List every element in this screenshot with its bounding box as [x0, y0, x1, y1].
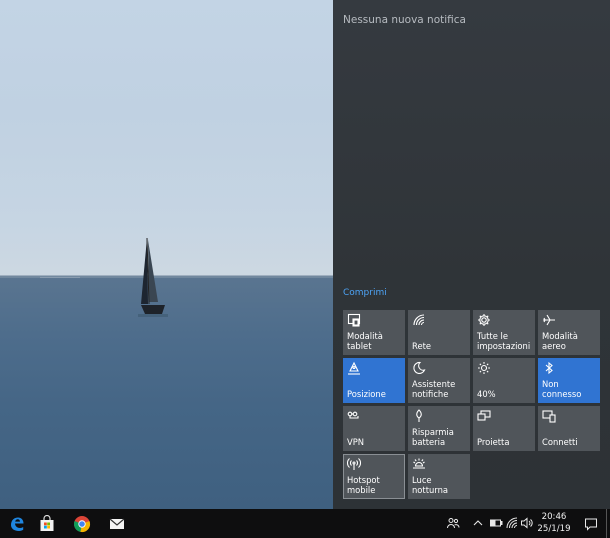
mail-icon: [109, 518, 125, 529]
battery-icon[interactable]: [489, 516, 503, 530]
tile-label: Connetti: [542, 437, 578, 447]
notification-icon: [585, 518, 597, 531]
taskbar-edge[interactable]: [0, 509, 34, 538]
bluetooth-icon: [542, 361, 556, 375]
sailboat-icon: [40, 237, 168, 317]
chrome-icon: [73, 515, 91, 532]
battery-saver-icon: [412, 409, 426, 423]
tablet-mode-icon: [347, 313, 361, 327]
airplane-icon: [542, 313, 556, 327]
tile-airplane-mode[interactable]: Modalità aereo: [538, 310, 600, 355]
tile-label: Non connesso: [542, 379, 582, 399]
tile-label: Tutte le impostazioni: [477, 331, 531, 351]
people-icon[interactable]: [446, 516, 460, 530]
show-desktop-button[interactable]: [606, 509, 610, 538]
tile-label: Proietta: [477, 437, 510, 447]
tile-night-light[interactable]: Luce notturna: [408, 454, 470, 499]
connect-icon: [542, 409, 556, 423]
tile-bluetooth[interactable]: Non connesso: [538, 358, 600, 403]
brightness-icon: [477, 361, 491, 375]
tile-network[interactable]: Rete: [408, 310, 470, 355]
tile-label: Modalità aereo: [542, 331, 578, 351]
night-light-icon: [412, 457, 426, 471]
volume-icon[interactable]: [520, 516, 534, 530]
tile-all-settings[interactable]: Tutte le impostazioni: [473, 310, 535, 355]
tile-focus-assist[interactable]: Assistente notifiche: [408, 358, 470, 403]
tile-label: Risparmia batteria: [412, 427, 454, 447]
network-icon: [412, 313, 426, 327]
tile-mobile-hotspot[interactable]: Hotspot mobile: [343, 454, 405, 499]
tile-label: Luce notturna: [412, 475, 449, 495]
action-center-button[interactable]: [578, 509, 604, 538]
tile-label: VPN: [347, 437, 365, 447]
collapse-link[interactable]: Comprimi: [343, 288, 387, 298]
tile-battery-saver[interactable]: Risparmia batteria: [408, 406, 470, 451]
desktop-wallpaper: [0, 0, 333, 509]
edge-icon: [11, 517, 24, 531]
tile-label: Hotspot mobile: [347, 475, 380, 495]
tile-vpn[interactable]: VPN: [343, 406, 405, 451]
tile-connect[interactable]: Connetti: [538, 406, 600, 451]
taskbar-clock[interactable]: 20:46 25/1/19: [534, 511, 574, 535]
tile-tablet-mode[interactable]: Modalità tablet: [343, 310, 405, 355]
tile-label: 40%: [477, 389, 496, 399]
taskbar-mail[interactable]: [100, 509, 134, 538]
project-icon: [477, 409, 491, 423]
hotspot-icon: [347, 457, 361, 471]
tile-label: Rete: [412, 341, 432, 351]
moon-icon: [412, 361, 426, 375]
clock-date: 25/1/19: [537, 524, 571, 534]
taskbar-store[interactable]: [30, 509, 64, 538]
tile-label: Posizione: [347, 389, 386, 399]
no-notifications-text: Nessuna nuova notifica: [343, 14, 466, 26]
quick-actions-grid: Modalità tablet Rete Tutte le impostazio…: [343, 310, 600, 499]
store-icon: [40, 514, 54, 531]
tile-label: Modalità tablet: [347, 331, 383, 351]
gear-icon: [477, 313, 491, 327]
taskbar-chrome[interactable]: [65, 509, 99, 538]
tile-brightness[interactable]: 40%: [473, 358, 535, 403]
tile-location[interactable]: Posizione: [343, 358, 405, 403]
chevron-up-icon[interactable]: [471, 516, 485, 530]
vpn-icon: [347, 409, 361, 423]
tile-label: Assistente notifiche: [412, 379, 456, 399]
location-icon: [347, 361, 361, 375]
tile-project[interactable]: Proietta: [473, 406, 535, 451]
action-center-panel: Nessuna nuova notifica Comprimi Modalità…: [333, 0, 610, 509]
wifi-icon[interactable]: [505, 516, 519, 530]
taskbar: 20:46 25/1/19: [0, 509, 610, 538]
clock-time: 20:46: [541, 512, 567, 522]
